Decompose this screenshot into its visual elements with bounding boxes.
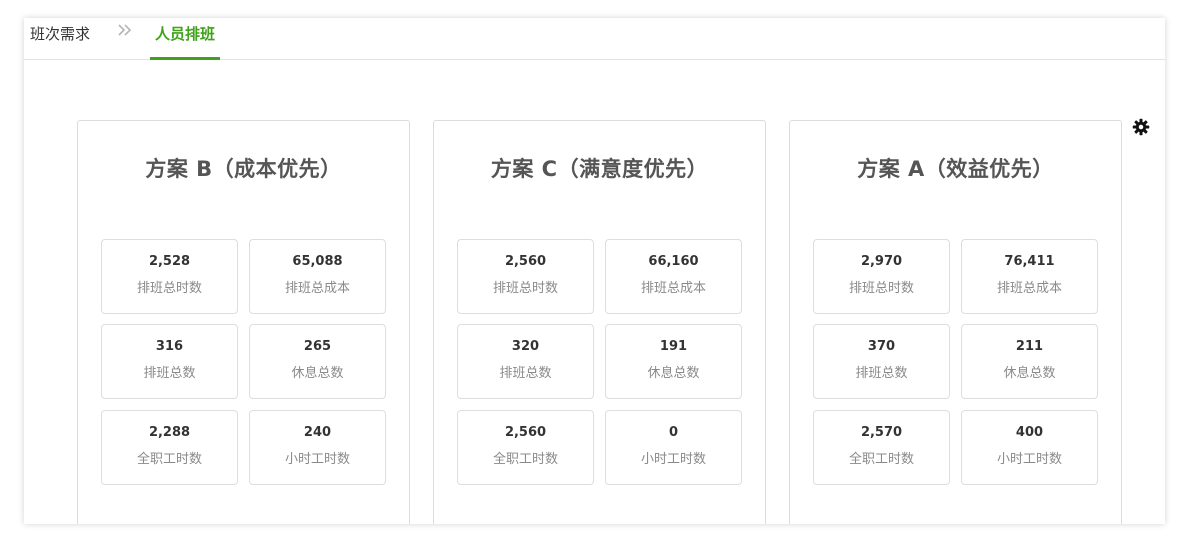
stat-fulltime-hours: 2,560 全职工时数 xyxy=(457,410,594,485)
stat-value: 316 xyxy=(155,339,184,354)
stat-value: 265 xyxy=(303,339,332,354)
stat-value: 320 xyxy=(511,339,540,354)
stat-label: 休息总数 xyxy=(291,366,344,381)
double-chevron-right-icon xyxy=(118,24,132,36)
stat-label: 排班总成本 xyxy=(640,281,706,296)
gear-icon[interactable] xyxy=(1132,118,1150,136)
tab-staff-scheduling[interactable]: 人员排班 xyxy=(150,18,221,60)
stat-value: 0 xyxy=(668,425,679,440)
stat-value: 370 xyxy=(867,339,896,354)
stat-fulltime-hours: 2,570 全职工时数 xyxy=(813,410,950,485)
stat-label: 小时工时数 xyxy=(284,452,350,467)
breadcrumb-step-shift-demand[interactable]: 班次需求 xyxy=(30,24,90,44)
stat-label: 全职工时数 xyxy=(136,452,202,467)
stat-fulltime-hours: 2,288 全职工时数 xyxy=(101,410,238,485)
stat-value: 2,560 xyxy=(504,254,547,269)
stat-total-hours: 2,528 排班总时数 xyxy=(101,239,238,314)
stat-total-rest: 191 休息总数 xyxy=(605,324,742,399)
stat-total-shifts: 320 排班总数 xyxy=(457,324,594,399)
stat-label: 休息总数 xyxy=(647,366,700,381)
plan-card-b[interactable]: 方案 B（成本优先） 2,528 排班总时数 65,088 排班总成本 316 … xyxy=(77,120,410,524)
stat-label: 小时工时数 xyxy=(640,452,706,467)
stat-total-rest: 211 休息总数 xyxy=(961,324,1098,399)
stat-hourly-hours: 0 小时工时数 xyxy=(605,410,742,485)
stat-label: 排班总成本 xyxy=(284,281,350,296)
stat-label: 排班总成本 xyxy=(996,281,1062,296)
stat-value: 2,970 xyxy=(860,254,903,269)
stat-total-cost: 66,160 排班总成本 xyxy=(605,239,742,314)
stat-value: 66,160 xyxy=(648,254,699,269)
stat-total-cost: 76,411 排班总成本 xyxy=(961,239,1098,314)
stat-total-hours: 2,970 排班总时数 xyxy=(813,239,950,314)
main-panel: 班次需求 人员排班 方案 B（成本优先） 2,528 排班总时数 65,088 xyxy=(24,18,1165,524)
stat-label: 全职工时数 xyxy=(848,452,914,467)
stat-label: 排班总时数 xyxy=(492,281,558,296)
stat-total-cost: 65,088 排班总成本 xyxy=(249,239,386,314)
stat-hourly-hours: 400 小时工时数 xyxy=(961,410,1098,485)
stat-hourly-hours: 240 小时工时数 xyxy=(249,410,386,485)
stat-value: 2,560 xyxy=(504,425,547,440)
stat-value: 2,528 xyxy=(148,254,191,269)
breadcrumb: 班次需求 人员排班 xyxy=(24,18,1165,60)
stat-label: 排班总时数 xyxy=(136,281,202,296)
stat-total-hours: 2,560 排班总时数 xyxy=(457,239,594,314)
stat-value: 400 xyxy=(1015,425,1044,440)
plan-card-c[interactable]: 方案 C（满意度优先） 2,560 排班总时数 66,160 排班总成本 320… xyxy=(433,120,766,524)
plan-title: 方案 B（成本优先） xyxy=(145,157,342,181)
stat-label: 排班总时数 xyxy=(848,281,914,296)
stat-value: 2,288 xyxy=(148,425,191,440)
stat-label: 休息总数 xyxy=(1003,366,1056,381)
stat-value: 240 xyxy=(303,425,332,440)
plan-title: 方案 A（效益优先） xyxy=(857,157,1054,181)
stat-value: 2,570 xyxy=(860,425,903,440)
stat-value: 65,088 xyxy=(292,254,343,269)
stat-value: 76,411 xyxy=(1004,254,1055,269)
stat-total-shifts: 370 排班总数 xyxy=(813,324,950,399)
stat-label: 排班总数 xyxy=(143,366,196,381)
stat-label: 全职工时数 xyxy=(492,452,558,467)
stat-total-shifts: 316 排班总数 xyxy=(101,324,238,399)
stat-label: 排班总数 xyxy=(855,366,908,381)
stat-total-rest: 265 休息总数 xyxy=(249,324,386,399)
plan-card-a[interactable]: 方案 A（效益优先） 2,970 排班总时数 76,411 排班总成本 370 … xyxy=(789,120,1122,524)
plan-title: 方案 C（满意度优先） xyxy=(490,157,709,181)
stat-value: 211 xyxy=(1015,339,1044,354)
stat-label: 排班总数 xyxy=(499,366,552,381)
stat-value: 191 xyxy=(659,339,688,354)
stat-label: 小时工时数 xyxy=(996,452,1062,467)
